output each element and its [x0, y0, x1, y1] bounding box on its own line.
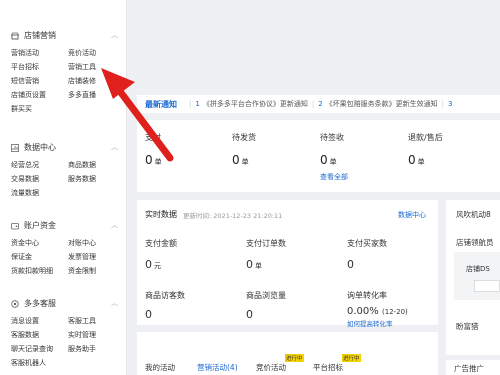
- tab-bidding-activities[interactable]: 竞价活动: [256, 362, 286, 373]
- staff-button[interactable]: [474, 280, 500, 292]
- stat-value[interactable]: 0单: [320, 153, 337, 167]
- stat-value[interactable]: 0单: [408, 153, 425, 167]
- manager-label: 盼富猎: [456, 322, 479, 331]
- nav-item[interactable]: 资金限制: [68, 266, 126, 276]
- nav-item[interactable]: 发票管理: [68, 252, 126, 262]
- nav-item[interactable]: 竞价活动: [68, 48, 126, 58]
- chevron-up-icon[interactable]: ︿: [111, 298, 118, 308]
- nav-item[interactable]: 服务数据: [68, 174, 126, 184]
- realtime-data-card: 实时数据 更新时间: 2021-12-23 21:20:11 数据中心 支付金额…: [137, 200, 438, 328]
- view-all-link[interactable]: 查看全部: [320, 172, 348, 182]
- order-stats-card: 支付 0单 待发货 0单 待签收 0单 查看全部 退款/售后 0单: [137, 120, 500, 192]
- chevron-up-icon[interactable]: ︿: [111, 220, 118, 230]
- activities-title: 我的活动: [145, 363, 175, 372]
- nav-item[interactable]: 流量数据: [11, 188, 53, 198]
- status-badge: 进行中: [285, 354, 304, 362]
- nav-item[interactable]: 短信营销: [11, 76, 53, 86]
- chevron-up-icon[interactable]: ︿: [111, 142, 118, 152]
- nav-item[interactable]: 店铺装修: [68, 76, 126, 86]
- chevron-up-icon[interactable]: ︿: [111, 30, 118, 40]
- section-title: 账户资金: [24, 221, 56, 230]
- stat-label: 待签收: [320, 133, 344, 142]
- metric-label: 商品访客数: [145, 291, 185, 300]
- stat-value[interactable]: 0单: [232, 153, 249, 167]
- staff-box: 店铺DS: [454, 252, 500, 300]
- nav-item[interactable]: 商品数据: [68, 160, 126, 170]
- nav-item[interactable]: 营销活动: [11, 48, 53, 58]
- nav-item[interactable]: 聊天记录查询: [11, 344, 53, 354]
- stat-label: 退款/售后: [408, 133, 443, 142]
- nav-item[interactable]: 经营总况: [11, 160, 53, 170]
- metric-label: 支付订单数: [246, 239, 286, 248]
- nav-item[interactable]: 服务助手: [68, 344, 126, 354]
- metric-label: 商品浏览量: [246, 291, 286, 300]
- activities-card: 我的活动 营销活动(4) 竞价活动 进行中 平台招标 进行中: [137, 332, 438, 375]
- metric-label: 询单转化率: [347, 291, 387, 300]
- tab-marketing-activities[interactable]: 营销活动(4): [197, 362, 238, 373]
- nav-item[interactable]: 客服工具: [68, 316, 126, 326]
- notice-bar: 最新通知 | 1 《拼多多平台合作协议》更新通知 | 2 《坏果包赔服务条款》更新生…: [137, 95, 500, 113]
- metric-label: 支付买家数: [347, 239, 387, 248]
- notice-item[interactable]: 《坏果包赔服务条款》更新生效通知: [326, 99, 438, 109]
- nav-item-marketing-tools[interactable]: 营销工具: [68, 62, 126, 72]
- sidebar-section-customer-service[interactable]: 多多客服 ︿: [11, 298, 118, 309]
- nav-customer-service: 消息设置 客服工具 客服数据 实时管理 聊天记录查询 服务助手 客服机器人: [11, 316, 121, 368]
- metric-value: 0: [347, 258, 354, 271]
- ad-card: 广告推广: [446, 360, 500, 375]
- sidebar-section-account-funds[interactable]: 账户资金 ︿: [11, 220, 118, 231]
- nav-item[interactable]: 货款扣款明细: [11, 266, 53, 276]
- notice-item[interactable]: 《拼多多平台合作协议》更新通知: [203, 99, 308, 109]
- nav-item[interactable]: 群买买: [11, 104, 53, 114]
- section-title: 多多客服: [24, 299, 56, 308]
- improve-conversion-link[interactable]: 如何提高转化率: [347, 318, 393, 328]
- tab-platform-bidding[interactable]: 平台招标: [313, 362, 343, 373]
- notice-title: 最新通知: [145, 99, 177, 109]
- right-panel: 风吹机动8 店铺领航员 店铺DS 盼富猎: [446, 200, 500, 355]
- nav-item[interactable]: 店铺页设置: [11, 90, 53, 100]
- sidebar-section-store-marketing[interactable]: 店铺营销 ︿: [11, 30, 118, 41]
- notice-number: 1: [195, 100, 200, 108]
- staff-title: 店铺领航员: [456, 238, 494, 247]
- metric-value: 0: [145, 308, 152, 321]
- notice-number: 3: [448, 100, 453, 108]
- nav-item[interactable]: 资金中心: [11, 238, 53, 248]
- section-title: 店铺营销: [24, 31, 56, 40]
- sidebar-section-data-center[interactable]: 数据中心 ︿: [11, 142, 118, 153]
- shop-icon: [11, 32, 19, 39]
- nav-item[interactable]: 对账中心: [68, 238, 126, 248]
- chart-icon: [11, 143, 19, 152]
- stat-label: 支付: [145, 133, 161, 142]
- ad-title: 广告推广: [454, 364, 484, 373]
- realtime-title: 实时数据: [145, 210, 177, 219]
- updated-time: 更新时间: 2021-12-23 21:20:11: [183, 212, 283, 220]
- sidebar: 店铺营销 ︿ 营销活动 竞价活动 平台招标 营销工具 短信营销 店铺装修 店铺页…: [0, 0, 127, 375]
- status-badge: 进行中: [342, 354, 361, 362]
- notice-number: 2: [318, 100, 323, 108]
- stat-label: 待发货: [232, 133, 256, 142]
- headset-icon: [11, 299, 19, 308]
- staff-text: 店铺DS: [466, 265, 490, 273]
- metric-value: 0.00% (12-20): [347, 306, 408, 317]
- metric-value: 0: [246, 308, 253, 321]
- nav-item[interactable]: 消息设置: [11, 316, 53, 326]
- stat-value[interactable]: 0单: [145, 153, 162, 167]
- section-title: 数据中心: [24, 143, 56, 152]
- wallet-icon: [11, 222, 19, 229]
- nav-item[interactable]: 保证金: [11, 252, 53, 262]
- nav-data-center: 经营总况 商品数据 交易数据 服务数据 流量数据: [11, 160, 121, 198]
- data-center-link[interactable]: 数据中心: [398, 210, 426, 220]
- nav-item[interactable]: 客服数据: [11, 330, 53, 340]
- metric-value: 0元: [145, 258, 161, 271]
- metric-label: 支付金额: [145, 239, 177, 248]
- metric-value: 0单: [246, 258, 262, 271]
- nav-item[interactable]: 交易数据: [11, 174, 53, 184]
- nav-item[interactable]: 平台招标: [11, 62, 53, 72]
- nav-item[interactable]: 客服机器人: [11, 358, 53, 368]
- nav-account-funds: 资金中心 对账中心 保证金 发票管理 货款扣款明细 资金限制: [11, 238, 121, 276]
- right-panel-title: 风吹机动8: [456, 210, 491, 219]
- nav-item[interactable]: 多多直播: [68, 90, 126, 100]
- nav-item[interactable]: 实时管理: [68, 330, 126, 340]
- nav-store-marketing: 营销活动 竞价活动 平台招标 营销工具 短信营销 店铺装修 店铺页设置 多多直播…: [11, 48, 121, 114]
